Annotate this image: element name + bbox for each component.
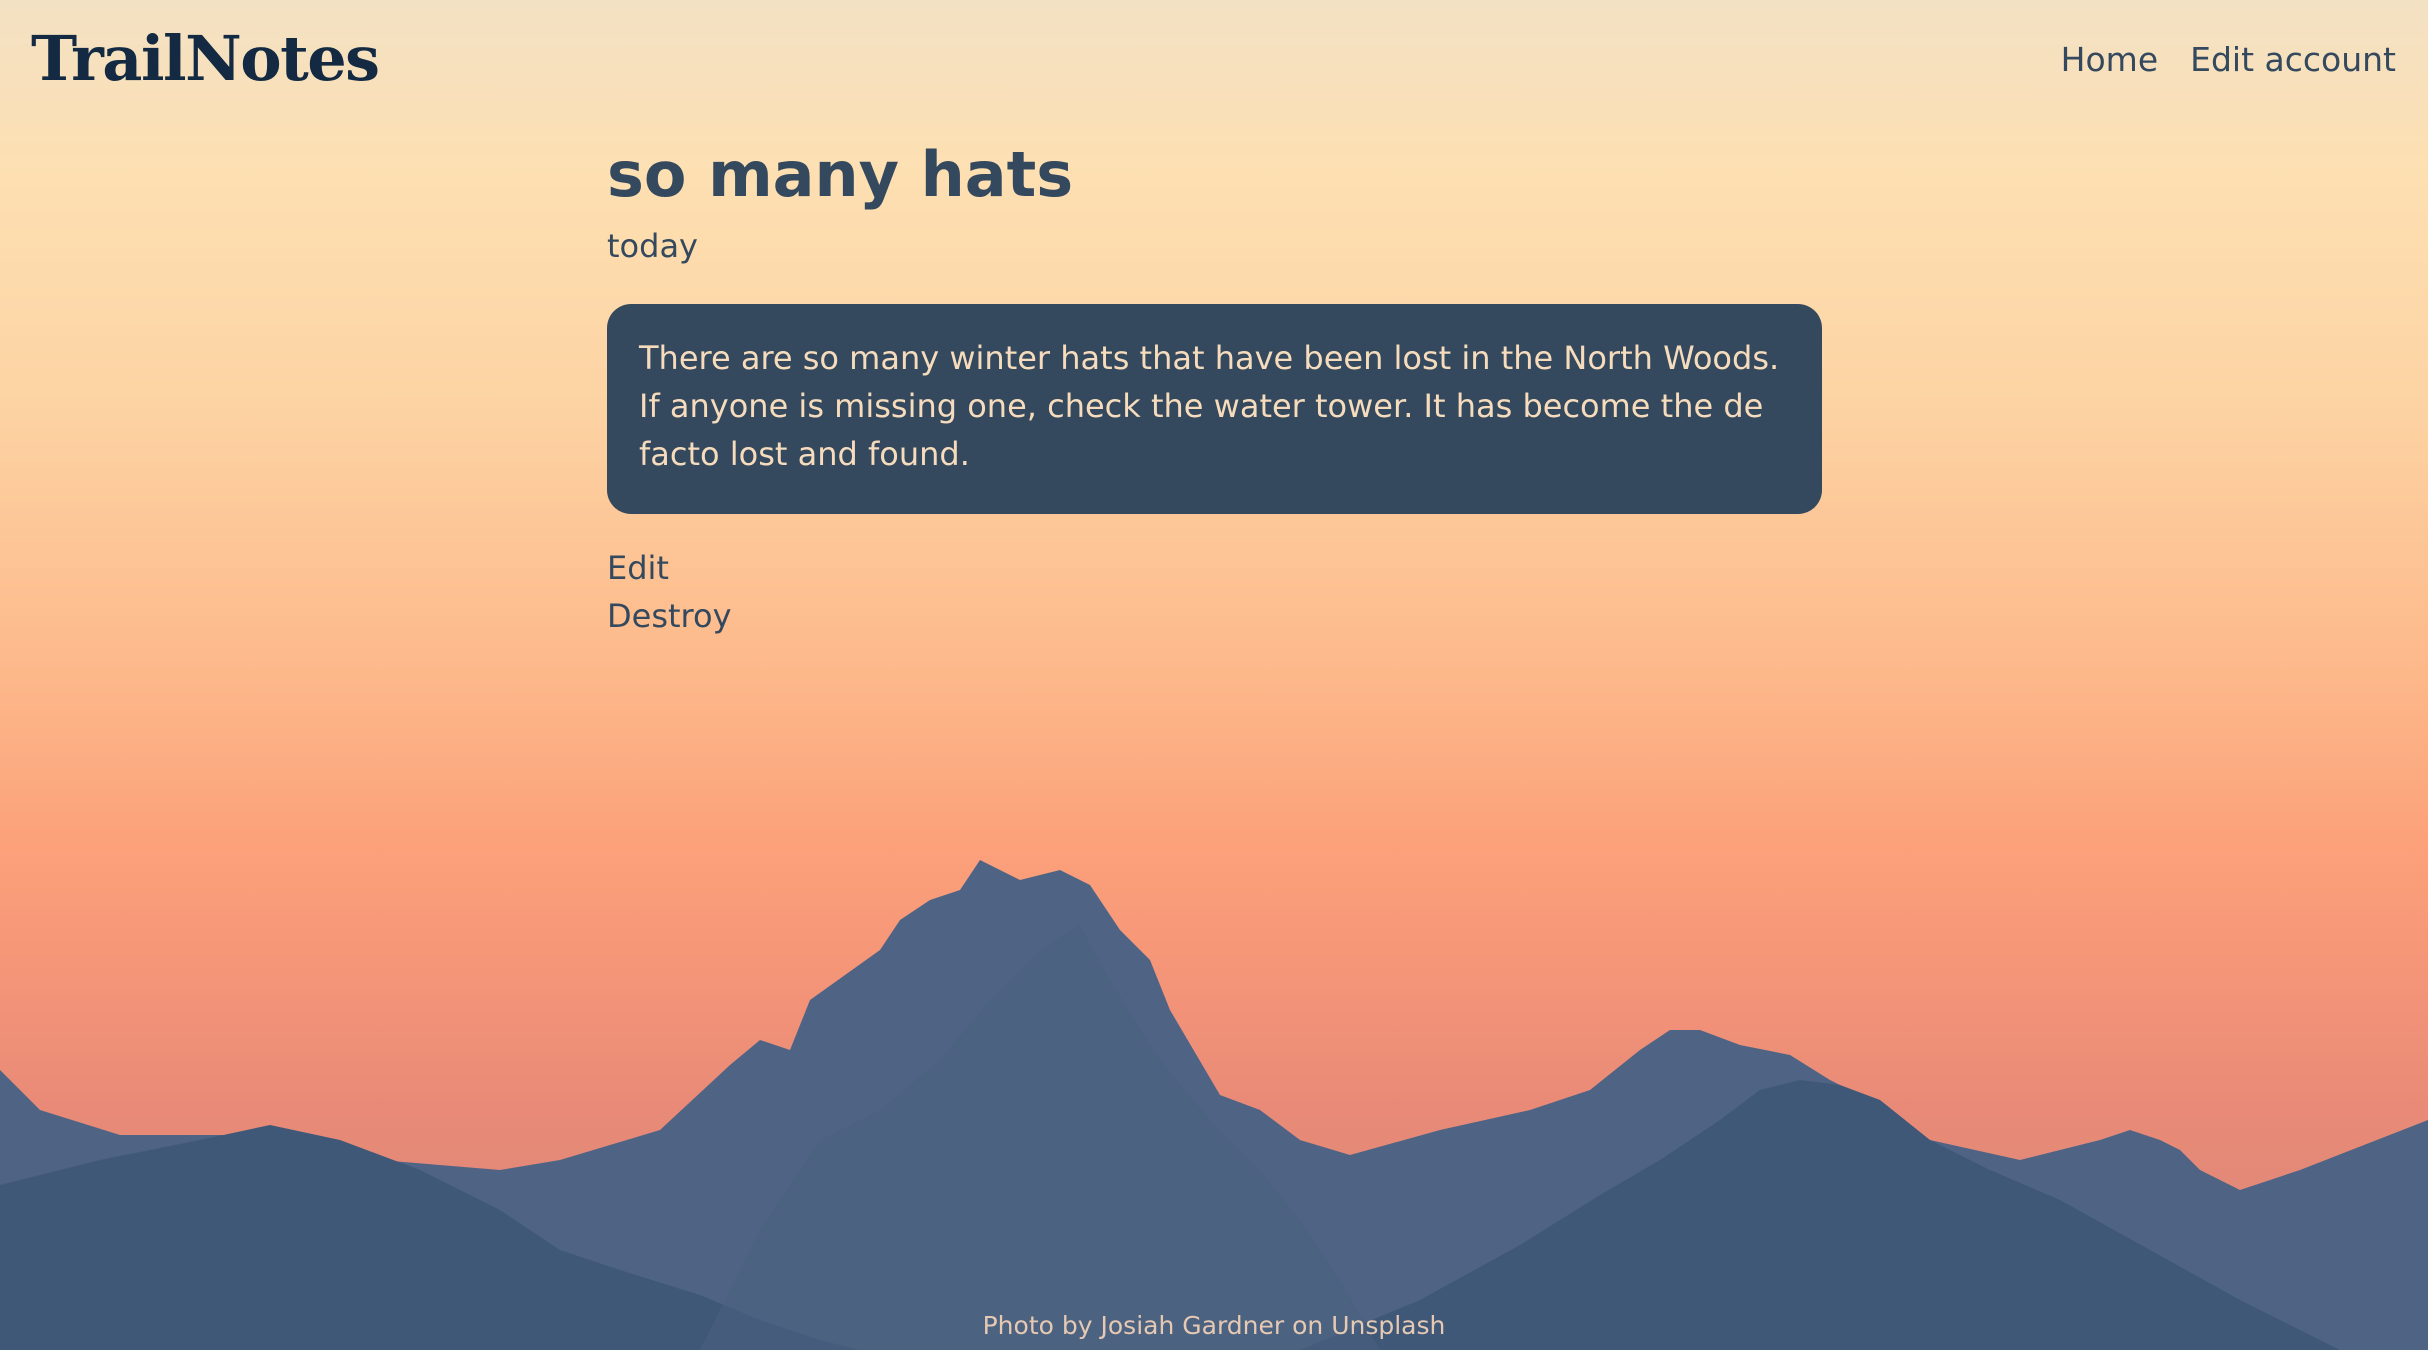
edit-post-link[interactable]: Edit bbox=[607, 544, 1822, 592]
nav-edit-account-link[interactable]: Edit account bbox=[2190, 40, 2396, 79]
destroy-post-link[interactable]: Destroy bbox=[607, 592, 1822, 640]
brand-logo-link[interactable]: TrailNotes bbox=[31, 22, 380, 95]
post-body-card: There are so many winter hats that have … bbox=[607, 304, 1822, 514]
credit-middle: on bbox=[1292, 1311, 1324, 1340]
post-actions: Edit Destroy bbox=[607, 544, 1822, 640]
post-main: so many hats today There are so many win… bbox=[607, 130, 1822, 640]
photo-credit: Photo by Josiah Gardner on Unsplash bbox=[0, 1307, 2428, 1350]
photographer-link[interactable]: Josiah Gardner bbox=[1101, 1311, 1285, 1340]
top-nav: Home Edit account bbox=[2061, 40, 2396, 79]
post-date: today bbox=[607, 227, 698, 265]
nav-home-link[interactable]: Home bbox=[2061, 40, 2158, 79]
unsplash-link[interactable]: Unsplash bbox=[1331, 1311, 1445, 1340]
post-title: so many hats bbox=[607, 138, 1074, 211]
credit-prefix: Photo by bbox=[982, 1311, 1093, 1340]
site-header: TrailNotes Home Edit account bbox=[0, 0, 2428, 130]
